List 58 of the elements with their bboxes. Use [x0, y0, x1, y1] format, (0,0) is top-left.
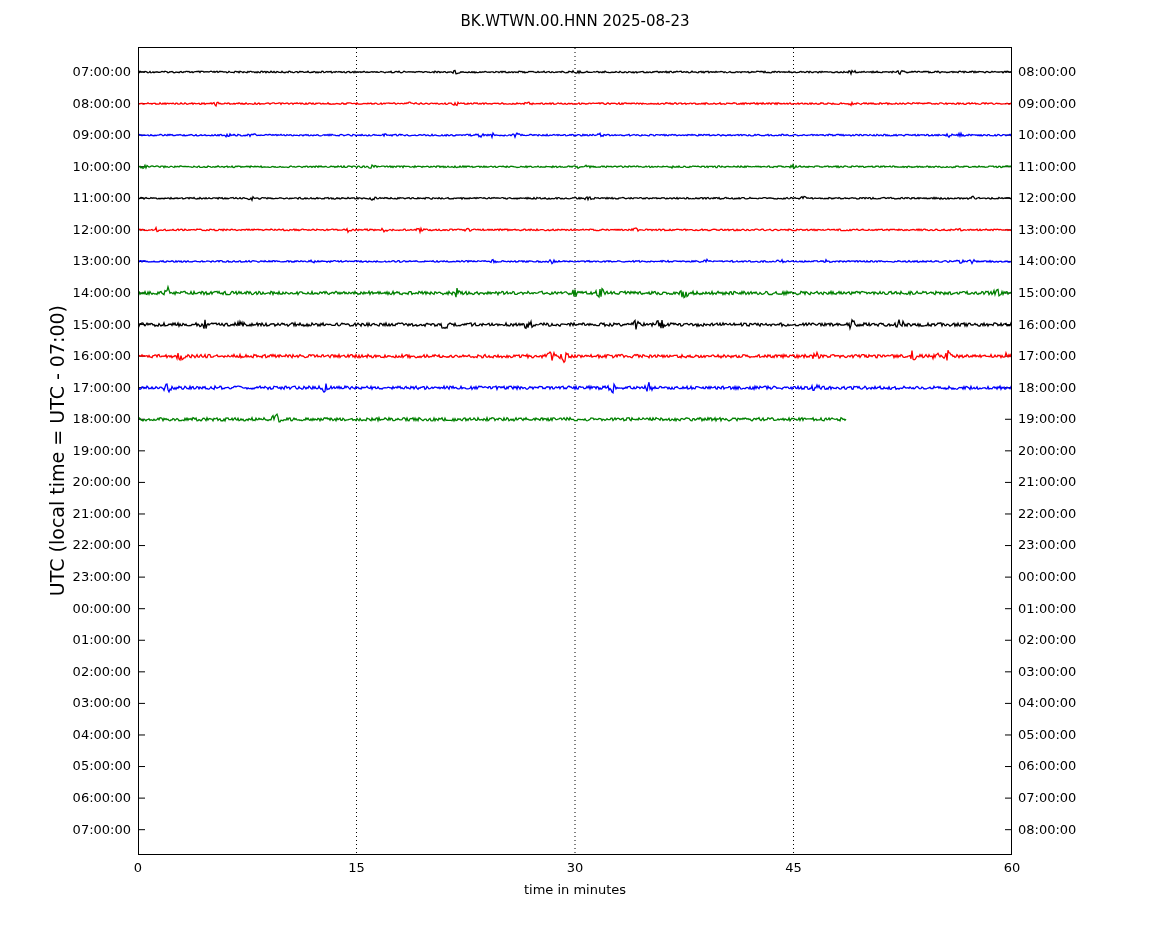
- tick-label: 17:00:00: [1018, 347, 1077, 366]
- tick-label: 20:00:00: [72, 473, 131, 492]
- tick-label: 19:00:00: [72, 441, 131, 460]
- tick-label: 04:00:00: [72, 725, 131, 744]
- tick-label: 13:00:00: [72, 252, 131, 271]
- tick-label: 03:00:00: [72, 694, 131, 713]
- tick-label: 22:00:00: [1018, 504, 1077, 523]
- tick-label: 0: [133, 859, 143, 877]
- tick-label: 19:00:00: [1018, 410, 1077, 429]
- tick-label: 00:00:00: [1018, 568, 1077, 587]
- tick-label: 00:00:00: [72, 599, 131, 618]
- tick-label: 23:00:00: [1018, 536, 1077, 555]
- y-axis-label: UTC (local time = UTC - 07:00): [45, 305, 69, 597]
- tick-label: 04:00:00: [1018, 694, 1077, 713]
- tick-label: 09:00:00: [72, 126, 131, 145]
- tick-label: 20:00:00: [1018, 441, 1077, 460]
- tick-label: 10:00:00: [72, 157, 131, 176]
- tick-label: 05:00:00: [72, 757, 131, 776]
- tick-label: 11:00:00: [1018, 157, 1077, 176]
- tick-label: 01:00:00: [1018, 599, 1077, 618]
- tick-label: 11:00:00: [72, 189, 131, 208]
- tick-label: 60: [1003, 859, 1021, 877]
- tick-label: 06:00:00: [1018, 757, 1077, 776]
- tick-label: 01:00:00: [72, 631, 131, 650]
- tick-label: 05:00:00: [1018, 725, 1077, 744]
- tick-label: 06:00:00: [72, 788, 131, 807]
- tick-label: 07:00:00: [72, 63, 131, 82]
- tick-label: 12:00:00: [72, 220, 131, 239]
- tick-label: 18:00:00: [1018, 378, 1077, 397]
- x-axis-label: time in minutes: [523, 880, 627, 899]
- tick-label: 10:00:00: [1018, 126, 1077, 145]
- tick-label: 07:00:00: [1018, 788, 1077, 807]
- tick-label: 23:00:00: [72, 568, 131, 587]
- tick-label: 13:00:00: [1018, 220, 1077, 239]
- tick-label: 14:00:00: [72, 283, 131, 302]
- tick-label: 15: [348, 859, 365, 877]
- tick-label: 07:00:00: [72, 820, 131, 839]
- tick-label: 45: [785, 859, 802, 877]
- tick-label: 09:00:00: [1018, 94, 1077, 113]
- tick-label: 03:00:00: [1018, 662, 1077, 681]
- tick-label: 30: [566, 859, 584, 877]
- tick-label: 15:00:00: [1018, 283, 1077, 302]
- tick-label: 16:00:00: [72, 347, 131, 366]
- tick-label: 08:00:00: [1018, 63, 1077, 82]
- tick-label: 14:00:00: [1018, 252, 1077, 271]
- chart-title: BK.WTWN.00.HNN 2025-08-23: [460, 10, 690, 32]
- tick-label: 02:00:00: [72, 662, 131, 681]
- tick-label: 02:00:00: [1018, 631, 1077, 650]
- tick-label: 21:00:00: [1018, 473, 1077, 492]
- tick-label: 08:00:00: [72, 94, 131, 113]
- tick-label: 16:00:00: [1018, 315, 1077, 334]
- tick-label: 21:00:00: [72, 504, 131, 523]
- tick-label: 22:00:00: [72, 536, 131, 555]
- tick-label: 18:00:00: [72, 410, 131, 429]
- tick-label: 17:00:00: [72, 378, 131, 397]
- tick-label: 15:00:00: [72, 315, 131, 334]
- tick-label: 08:00:00: [1018, 820, 1077, 839]
- tick-label: 12:00:00: [1018, 189, 1077, 208]
